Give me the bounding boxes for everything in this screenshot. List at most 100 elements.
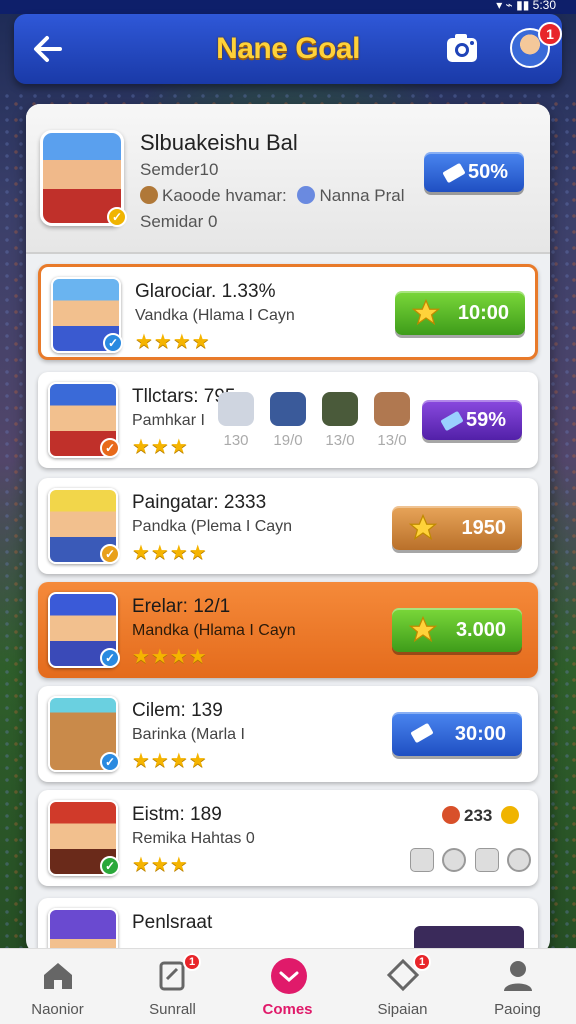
item-slot[interactable]: 130 [218, 392, 254, 449]
star-rating: ★★★★ [132, 646, 208, 668]
card-title: Eistm: 189 [132, 804, 222, 825]
star-rating: ★★★ [132, 854, 189, 876]
player-avatar: ✓ [48, 488, 120, 564]
robot-icon [322, 392, 358, 426]
reward-button[interactable]: 3.000 [392, 608, 522, 652]
verified-icon: ✓ [100, 752, 120, 772]
nav-label: Sipaian [377, 1001, 428, 1018]
nav-profile[interactable]: Paoing [460, 949, 575, 1024]
item-value: 130 [223, 432, 249, 449]
circle-icon[interactable] [442, 848, 467, 872]
card-subtitle: Mandka (Hlama I Cayn [132, 622, 296, 639]
star-icon [408, 513, 438, 541]
bear-avatar: ✓ [48, 696, 120, 772]
list-item[interactable]: ✓ Cilem: 139 Barinka (Marla I ★★★★ 30:00 [38, 686, 538, 782]
profile-avatar[interactable]: ✓ [40, 130, 127, 227]
reward-button-label: 30:00 [454, 723, 506, 745]
user-avatar[interactable]: 1 [510, 22, 562, 68]
grid-icon[interactable] [474, 848, 499, 872]
card-subtitle: Vandka (Hlama I Cayn [135, 307, 295, 324]
profile-line-2a: Kaoode hvamar: [162, 186, 287, 205]
cookie-icon [140, 186, 158, 204]
star-rating: ★★★★ [132, 542, 208, 564]
list-item[interactable]: ✓ Eistm: 189 Remika Hahtas 0 ★★★ 233 [38, 790, 538, 886]
reward-button[interactable]: 1950 [392, 506, 522, 550]
profile-line-2: Kaoode hvamar: Nanna Pral [140, 186, 405, 206]
ticket-icon [438, 407, 466, 435]
verified-icon: ✓ [100, 438, 120, 458]
notification-badge: 1 [183, 953, 201, 971]
nav-label: Naonior [31, 1001, 84, 1018]
star-icon [411, 298, 441, 326]
item-value: 13/0 [325, 432, 355, 449]
list-item-highlighted[interactable]: ✓ Erelar: 12/1 Mandka (Hlama I Cayn ★★★★… [38, 582, 538, 678]
player-avatar: ✓ [51, 277, 123, 353]
profile-line-2b: Nanna Pral [319, 186, 405, 205]
verified-icon: ✓ [100, 648, 120, 668]
card-subtitle: Barinka (Marla I [132, 726, 245, 743]
verified-icon: ✓ [107, 207, 127, 227]
verified-icon: ✓ [100, 856, 120, 876]
settings-icon[interactable] [410, 848, 434, 872]
card-subtitle: Remika Hahtas 0 [132, 830, 255, 847]
card-title: Glarociar. 1.33% [135, 281, 276, 302]
ticket-icon [408, 719, 436, 747]
item-slot[interactable]: 13/0 [322, 392, 358, 449]
status-bar: ▾ ⌁ ▮▮ 5:30 [0, 0, 576, 14]
list-item[interactable]: ✓ Glarociar. 1.33% Vandka (Hlama I Cayn … [38, 264, 538, 360]
card-subtitle: Pandka (Plema I Cayn [132, 518, 293, 535]
leaderboard-panel: ✓ Slbuakeishu Bal Semder10 Kaoode hvamar… [26, 104, 550, 954]
reward-button-label: 3.000 [455, 619, 506, 641]
nav-games[interactable]: Comes [230, 949, 345, 1024]
notification-badge: 1 [413, 953, 431, 971]
coin-count-value: 233 [464, 806, 493, 825]
cannon-icon [270, 392, 306, 426]
star-rating: ★★★★ [132, 750, 208, 772]
item-slot[interactable]: 13/0 [374, 392, 410, 449]
list-item[interactable]: ✓ Tllctars: 795 Pamhkar I ★★★ 130 19/0 1… [38, 372, 538, 468]
item-value: 13/0 [377, 432, 407, 449]
nav-label: Comes [262, 1001, 313, 1018]
verified-icon: ✓ [103, 333, 123, 353]
profile-name: Slbuakeishu Bal [140, 130, 298, 155]
home-icon [40, 957, 76, 993]
nav-summary[interactable]: 1 Sunrall [115, 949, 230, 1024]
nav-label: Sunrall [149, 1001, 196, 1018]
player-avatar: ✓ [48, 382, 120, 458]
reward-button[interactable]: 30:00 [392, 712, 522, 756]
camera-icon[interactable] [444, 30, 480, 66]
nav-chat[interactable]: 1 Sipaian [345, 949, 460, 1024]
card-title: Cilem: 139 [132, 700, 223, 721]
games-icon [270, 957, 307, 994]
star-rating: ★★★★ [135, 331, 211, 353]
profile-button-label: 50% [467, 161, 508, 183]
star-rating: ★★★ [132, 436, 189, 458]
bottom-nav: Naonior 1 Sunrall Comes 1 Sipaian Paoing [0, 948, 576, 1024]
card-title: Erelar: 12/1 [132, 596, 231, 617]
item-slot[interactable]: 19/0 [270, 392, 306, 449]
reward-button[interactable]: 59% [422, 400, 522, 440]
card-title: Penlsraat [132, 912, 213, 933]
card-title: Paingatar: 2333 [132, 492, 267, 513]
header-bar: Nane Goal 1 [14, 14, 562, 84]
reward-button[interactable]: 10:00 [395, 291, 525, 335]
profile-line-3: Semidar 0 [140, 212, 218, 231]
coin-icon [501, 806, 520, 824]
nav-label: Paoing [494, 1001, 541, 1018]
check-icon[interactable] [507, 848, 532, 872]
profile-line-1: Semder10 [140, 160, 219, 179]
ticket-icon [440, 159, 468, 187]
star-icon [408, 615, 438, 643]
verified-icon: ✓ [100, 544, 120, 564]
player-avatar: ✓ [48, 800, 120, 876]
profile-action-button[interactable]: 50% [424, 152, 524, 192]
coin-count: 233 [442, 806, 523, 826]
card-subtitle: Pamhkar I [132, 412, 205, 429]
list-item[interactable]: ✓ Paingatar: 2333 Pandka (Plema I Cayn ★… [38, 478, 538, 574]
action-icons [410, 848, 535, 874]
nav-home[interactable]: Naonior [0, 949, 115, 1024]
player-avatar: ✓ [48, 592, 120, 668]
crate-icon [374, 392, 410, 426]
reward-button-label: 1950 [461, 517, 507, 539]
list-item[interactable]: Penlsraat [38, 898, 538, 954]
